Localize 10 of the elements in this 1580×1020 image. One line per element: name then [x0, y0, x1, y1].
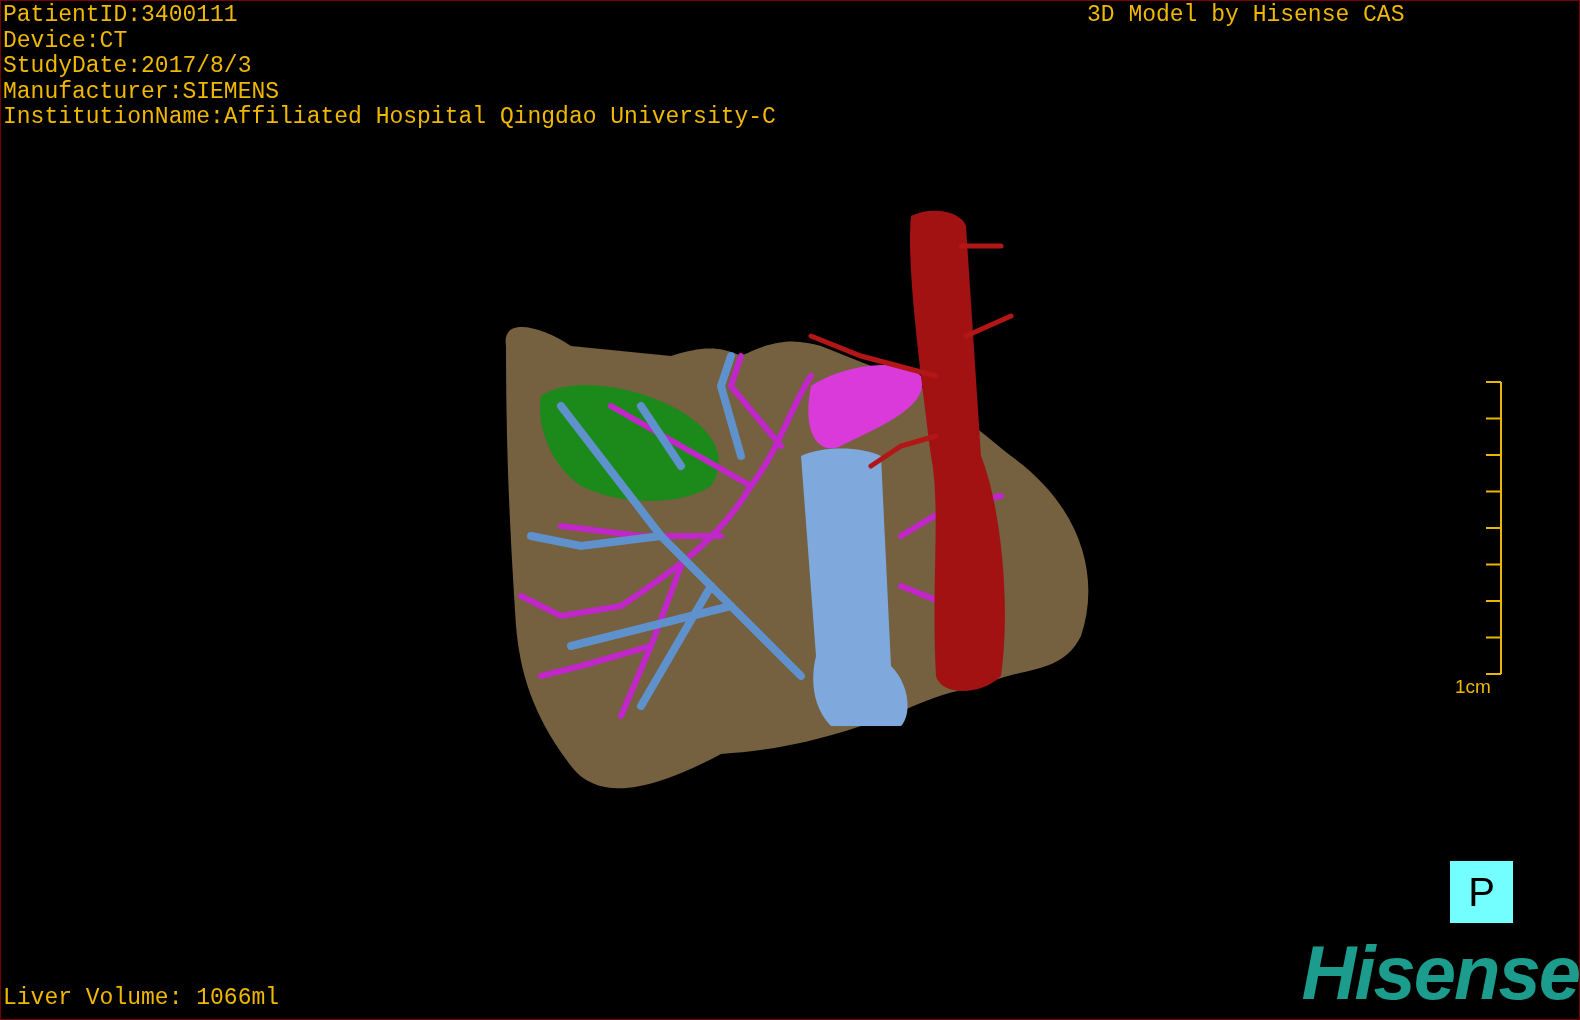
study-info-text: InstitutionName:Affiliated Hospital Qingdao University-C — [3, 105, 776, 131]
study-info-text: Manufacturer:SIEMENS — [3, 79, 281, 105]
model-caption: 3D Model by Hisense CAS — [1087, 3, 1405, 29]
brand-logo: Hisense — [1301, 933, 1579, 1013]
study-info-text: StudyDate:2017/8/3 — [3, 54, 253, 80]
liver-volume-text: Liver Volume: 1066ml — [3, 985, 280, 1011]
study-info-text: Device:CT — [3, 28, 129, 54]
orientation-marker[interactable]: P — [1450, 861, 1513, 923]
scale-label: 1cm — [1455, 676, 1491, 698]
study-info-text: PatientID:3400111 — [3, 3, 239, 29]
